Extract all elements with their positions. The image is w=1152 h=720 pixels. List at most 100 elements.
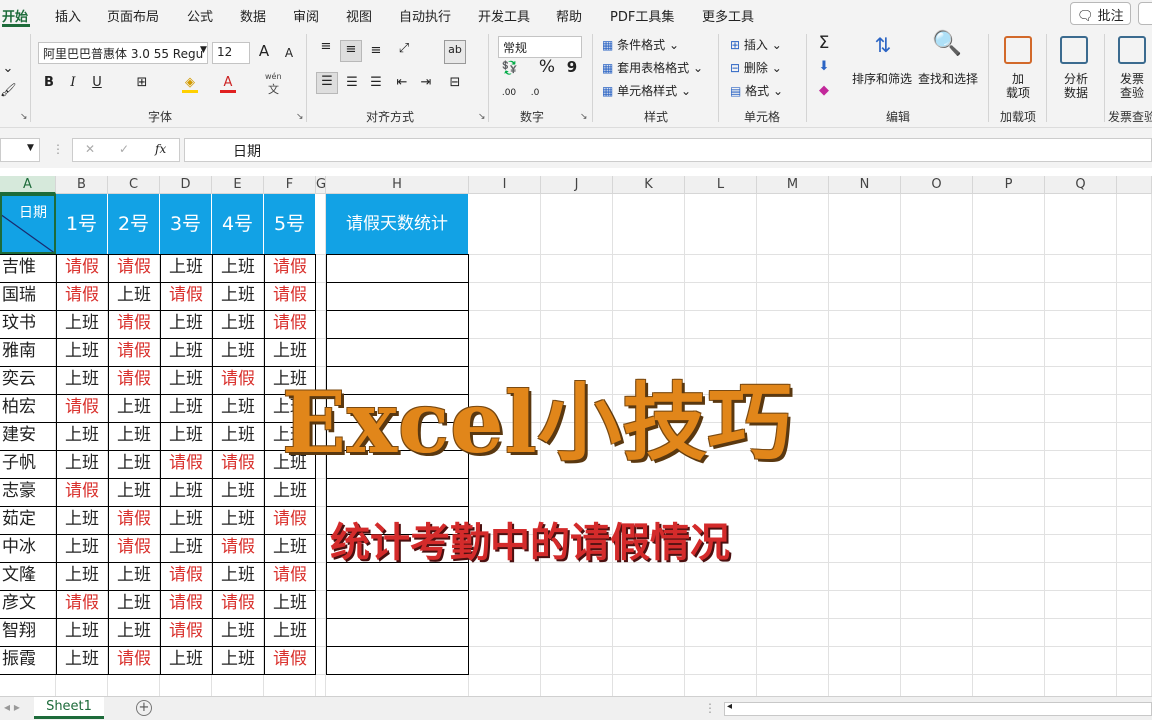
increase-decimal-button[interactable]: .00 <box>498 84 520 102</box>
attendance-cell[interactable]: 请假 <box>108 366 160 394</box>
name-cell[interactable]: 玟书 <box>0 310 56 338</box>
attendance-cell[interactable]: 请假 <box>160 450 212 478</box>
delete-cells-button[interactable]: ⊟ 删除 ⌄ <box>730 59 782 76</box>
attendance-cell[interactable]: 请假 <box>212 590 264 618</box>
format-cells-button[interactable]: ▤ 格式 ⌄ <box>730 82 783 99</box>
wrap-text-icon[interactable]: ab <box>444 40 466 64</box>
analyze-data-icon[interactable] <box>1060 36 1088 64</box>
currency-icon[interactable]: 💱 <box>498 60 522 78</box>
attendance-cell[interactable]: 上班 <box>160 394 212 422</box>
column-header-L[interactable]: L <box>685 176 757 194</box>
stat-cell[interactable] <box>326 282 469 310</box>
decrease-indent-icon[interactable]: ⇤ <box>392 74 412 92</box>
align-right-icon[interactable]: ☰ <box>366 74 386 92</box>
align-middle-icon[interactable]: ≡ <box>340 40 362 62</box>
clear-icon[interactable]: ◆ <box>814 82 834 100</box>
font-size-select[interactable]: 12 <box>212 42 250 64</box>
share-button[interactable] <box>1138 2 1152 25</box>
find-select-button[interactable]: 查找和选择 <box>918 70 978 87</box>
attendance-cell[interactable]: 请假 <box>160 618 212 646</box>
attendance-cell[interactable]: 请假 <box>108 534 160 562</box>
attendance-cell[interactable]: 上班 <box>108 478 160 506</box>
attendance-cell[interactable]: 请假 <box>160 282 212 310</box>
attendance-cell[interactable]: 上班 <box>160 646 212 674</box>
comma-style-button[interactable]: 9 <box>566 58 578 76</box>
name-cell[interactable]: 智翔 <box>0 618 56 646</box>
attendance-cell[interactable]: 请假 <box>56 590 108 618</box>
column-header-next[interactable] <box>1117 176 1152 194</box>
attendance-cell[interactable]: 上班 <box>212 506 264 534</box>
day-header-cell[interactable]: 4号 <box>212 194 264 254</box>
name-cell[interactable]: 雅南 <box>0 338 56 366</box>
font-launcher-icon[interactable]: ↘ <box>296 112 304 122</box>
shrink-font-button[interactable]: A <box>282 44 296 62</box>
stat-header-cell[interactable]: 请假天数统计 <box>326 194 469 254</box>
column-header-I[interactable]: I <box>469 176 541 194</box>
attendance-cell[interactable]: 上班 <box>108 282 160 310</box>
attendance-cell[interactable]: 请假 <box>264 254 316 282</box>
attendance-cell[interactable]: 上班 <box>56 506 108 534</box>
confirm-icon[interactable]: ✓ <box>119 142 129 156</box>
attendance-cell[interactable]: 上班 <box>212 310 264 338</box>
attendance-cell[interactable]: 上班 <box>160 422 212 450</box>
attendance-cell[interactable]: 上班 <box>108 394 160 422</box>
merge-center-icon[interactable]: ⊟ <box>444 74 466 92</box>
conditional-format-button[interactable]: ▦ 条件格式 ⌄ <box>602 36 679 53</box>
tab-help[interactable]: 帮助 <box>556 6 582 25</box>
attendance-cell[interactable]: 上班 <box>160 366 212 394</box>
attendance-cell[interactable]: 上班 <box>160 478 212 506</box>
attendance-cell[interactable]: 上班 <box>56 534 108 562</box>
day-header-cell[interactable]: 2号 <box>108 194 160 254</box>
attendance-cell[interactable]: 上班 <box>108 422 160 450</box>
attendance-cell[interactable]: 上班 <box>56 338 108 366</box>
attendance-cell[interactable]: 上班 <box>264 618 316 646</box>
attendance-cell[interactable]: 上班 <box>212 394 264 422</box>
align-left-icon[interactable]: ☰ <box>316 72 338 94</box>
attendance-cell[interactable]: 上班 <box>56 618 108 646</box>
name-cell[interactable]: 柏宏 <box>0 394 56 422</box>
underline-button[interactable]: U <box>90 74 104 92</box>
tab-formulas[interactable]: 公式 <box>187 6 213 25</box>
attendance-cell[interactable]: 上班 <box>212 282 264 310</box>
attendance-cell[interactable]: 请假 <box>160 562 212 590</box>
name-cell[interactable]: 吉惟 <box>0 254 56 282</box>
attendance-cell[interactable]: 请假 <box>264 562 316 590</box>
orientation-icon[interactable]: ⤢ <box>392 40 416 58</box>
column-header-E[interactable]: E <box>212 176 264 194</box>
align-top-icon[interactable]: ≡ <box>316 38 336 56</box>
column-header-N[interactable]: N <box>829 176 901 194</box>
stat-cell[interactable] <box>326 254 469 282</box>
attendance-cell[interactable]: 请假 <box>212 450 264 478</box>
cell-styles-button[interactable]: ▦ 单元格样式 ⌄ <box>602 82 691 99</box>
name-cell[interactable]: 茹定 <box>0 506 56 534</box>
paste-dropdown-icon[interactable]: ⌄ <box>0 60 16 78</box>
number-launcher-icon[interactable]: ↘ <box>580 112 588 122</box>
attendance-cell[interactable]: 上班 <box>56 562 108 590</box>
tab-more-tools[interactable]: 更多工具 <box>702 6 754 25</box>
day-header-cell[interactable]: 1号 <box>56 194 108 254</box>
column-header-F[interactable]: F <box>264 176 316 194</box>
comments-button[interactable]: 🗨 批注 <box>1070 2 1131 25</box>
stat-cell[interactable] <box>326 590 469 618</box>
name-cell[interactable]: 中冰 <box>0 534 56 562</box>
name-cell[interactable]: 彦文 <box>0 590 56 618</box>
sheet-tab-sheet1[interactable]: Sheet1 <box>34 697 104 719</box>
name-cell[interactable]: 志豪 <box>0 478 56 506</box>
invoice-check-icon[interactable] <box>1118 36 1146 64</box>
name-cell[interactable]: 文隆 <box>0 562 56 590</box>
attendance-cell[interactable]: 上班 <box>212 254 264 282</box>
attendance-cell[interactable]: 请假 <box>160 590 212 618</box>
attendance-cell[interactable]: 上班 <box>56 366 108 394</box>
tab-page-layout[interactable]: 页面布局 <box>107 6 159 25</box>
format-painter-icon[interactable]: 🖌 <box>0 82 17 100</box>
attendance-cell[interactable]: 上班 <box>160 506 212 534</box>
insert-cells-button[interactable]: ⊞ 插入 ⌄ <box>730 36 782 53</box>
attendance-cell[interactable]: 请假 <box>264 282 316 310</box>
format-as-table-button[interactable]: ▦ 套用表格格式 ⌄ <box>602 59 703 76</box>
attendance-cell[interactable]: 请假 <box>56 394 108 422</box>
attendance-cell[interactable]: 上班 <box>56 450 108 478</box>
name-box[interactable]: ▼ <box>0 138 40 162</box>
column-header-J[interactable]: J <box>541 176 613 194</box>
day-header-cell[interactable]: 5号 <box>264 194 316 254</box>
addins-icon[interactable] <box>1004 36 1032 64</box>
